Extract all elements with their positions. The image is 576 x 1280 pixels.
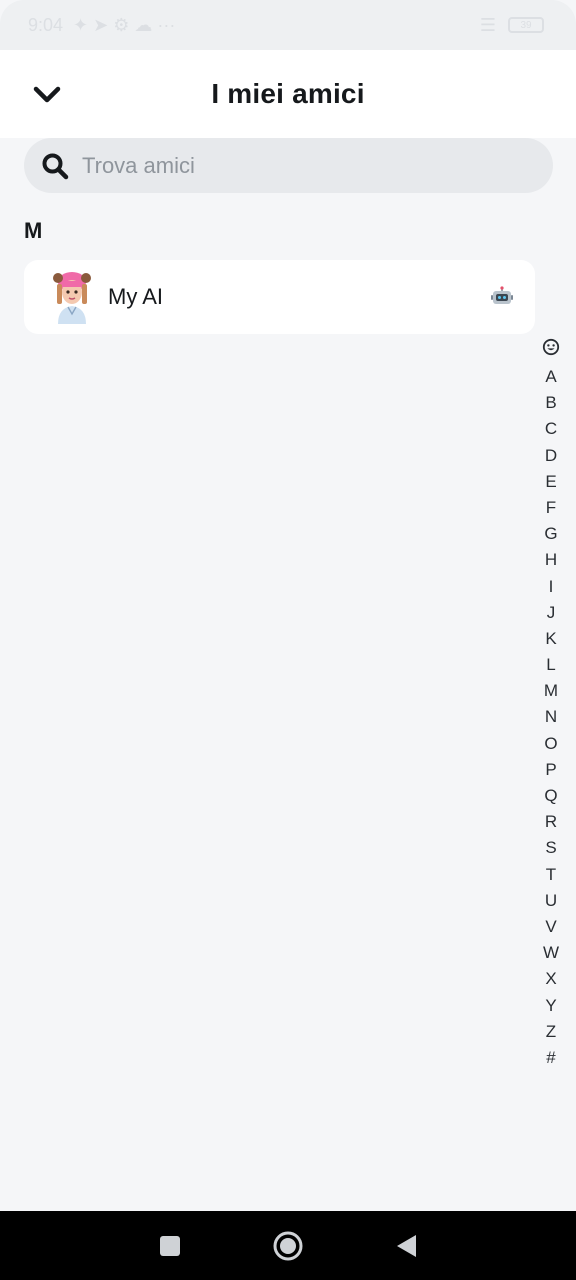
battery-icon: 39 <box>508 17 544 33</box>
search-input[interactable] <box>82 152 522 179</box>
home-button[interactable] <box>268 1226 308 1266</box>
index-letter-h[interactable]: H <box>536 547 566 573</box>
recent-apps-button[interactable] <box>150 1226 190 1266</box>
index-letter-e[interactable]: E <box>536 469 566 495</box>
index-letter-o[interactable]: O <box>536 731 566 757</box>
index-letter-u[interactable]: U <box>536 888 566 914</box>
index-letter-g[interactable]: G <box>536 521 566 547</box>
index-letter-hash[interactable]: # <box>536 1045 566 1071</box>
index-letter-c[interactable]: C <box>536 416 566 442</box>
index-letter-z[interactable]: Z <box>536 1019 566 1045</box>
index-letter-y[interactable]: Y <box>536 993 566 1019</box>
header: I miei amici <box>0 50 576 138</box>
index-letter-k[interactable]: K <box>536 626 566 652</box>
battery-level: 39 <box>520 19 532 31</box>
index-letter-v[interactable]: V <box>536 914 566 940</box>
index-letter-s[interactable]: S <box>536 835 566 861</box>
avatar <box>53 272 91 324</box>
robot-icon <box>491 286 513 304</box>
page-title: I miei amici <box>211 78 365 109</box>
index-letter-r[interactable]: R <box>536 809 566 835</box>
index-letter-j[interactable]: J <box>536 600 566 626</box>
square-icon <box>160 1235 180 1256</box>
index-letter-p[interactable]: P <box>536 757 566 783</box>
search-bar[interactable] <box>24 138 553 193</box>
back-button[interactable] <box>26 74 68 116</box>
status-bar: 9:04 ✦ ➤ ⚙ ☁ ··· ☰ 39 <box>0 0 576 50</box>
index-letter-d[interactable]: D <box>536 443 566 469</box>
status-time: 9:04 <box>28 14 64 35</box>
index-letter-m[interactable]: M <box>536 678 566 704</box>
index-letter-x[interactable]: X <box>536 966 566 992</box>
alphabet-index: A B C D E F G H I J K L M N O P Q R S T … <box>536 336 566 1071</box>
notification-icons: ✦ ➤ ⚙ ☁ ··· <box>73 14 176 35</box>
triangle-back-icon <box>397 1234 416 1257</box>
back-nav-button[interactable] <box>386 1226 426 1266</box>
status-bar-left: 9:04 ✦ ➤ ⚙ ☁ ··· <box>28 15 175 36</box>
friend-row-my-ai[interactable]: My AI <box>24 260 535 334</box>
index-letter-b[interactable]: B <box>536 390 566 416</box>
status-bar-right: ☰ 39 <box>480 15 544 36</box>
index-letter-n[interactable]: N <box>536 704 566 730</box>
system-nav-bar <box>0 1211 576 1280</box>
index-letter-l[interactable]: L <box>536 652 566 678</box>
wifi-icon: ☰ <box>479 14 496 35</box>
index-letter-w[interactable]: W <box>536 940 566 966</box>
chevron-down-icon <box>33 86 61 103</box>
friend-name: My AI <box>108 284 164 309</box>
index-letter-f[interactable]: F <box>536 495 566 521</box>
index-letter-t[interactable]: T <box>536 862 566 888</box>
search-icon <box>40 151 70 181</box>
index-letter-i[interactable]: I <box>536 574 566 600</box>
smiley-icon[interactable] <box>536 336 566 358</box>
index-letter-q[interactable]: Q <box>536 783 566 809</box>
section-header: M <box>24 218 43 243</box>
home-circle-icon <box>273 1231 303 1260</box>
index-letter-a[interactable]: A <box>536 364 566 390</box>
